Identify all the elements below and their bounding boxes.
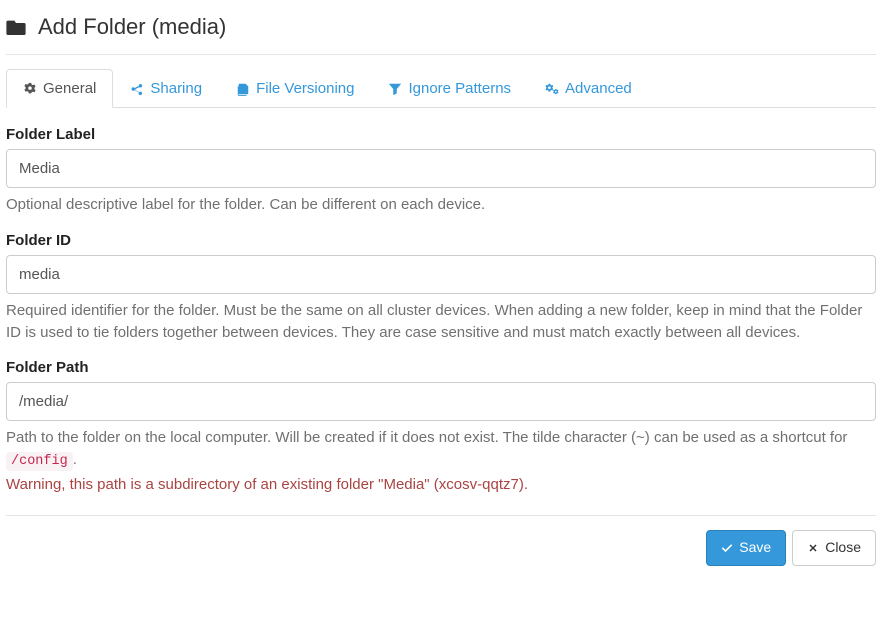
nav-tabs: General Sharing File Versioning Ignore P…: [6, 69, 876, 108]
close-icon: [807, 542, 819, 554]
close-button-label: Close: [825, 538, 861, 558]
save-button-label: Save: [739, 538, 771, 558]
folder-path-help-code: /config: [6, 452, 73, 471]
folder-id-input[interactable]: [6, 255, 876, 294]
save-button[interactable]: Save: [706, 530, 786, 566]
folder-id-label: Folder ID: [6, 232, 876, 249]
folder-path-input[interactable]: [6, 382, 876, 421]
dialog-header: Add Folder (media): [6, 6, 876, 55]
dialog-title: Add Folder (media): [38, 14, 226, 40]
tab-label: Advanced: [565, 80, 632, 97]
tab-ignore-patterns[interactable]: Ignore Patterns: [371, 69, 528, 108]
tab-file-versioning[interactable]: File Versioning: [219, 69, 371, 108]
gear-icon: [23, 82, 37, 96]
tab-sharing[interactable]: Sharing: [113, 69, 219, 108]
share-icon: [130, 82, 144, 96]
folder-path-help-prefix: Path to the folder on the local computer…: [6, 429, 847, 446]
dialog-footer: Save Close: [6, 515, 876, 566]
folder-path-label: Folder Path: [6, 359, 876, 376]
folder-label-group: Folder Label Optional descriptive label …: [6, 126, 876, 216]
check-icon: [721, 542, 733, 554]
tab-general[interactable]: General: [6, 69, 113, 108]
close-button[interactable]: Close: [792, 530, 876, 566]
tab-label: General: [43, 80, 96, 97]
copy-icon: [236, 82, 250, 96]
cogs-icon: [545, 82, 559, 96]
folder-label-help: Optional descriptive label for the folde…: [6, 194, 876, 216]
tab-label: Ignore Patterns: [408, 80, 511, 97]
folder-path-group: Folder Path Path to the folder on the lo…: [6, 359, 876, 495]
filter-icon: [388, 82, 402, 96]
tab-content-general: Folder Label Optional descriptive label …: [6, 126, 876, 495]
tab-label: Sharing: [150, 80, 202, 97]
folder-icon: [6, 19, 26, 35]
folder-path-warning: Warning, this path is a subdirectory of …: [6, 474, 876, 496]
folder-id-group: Folder ID Required identifier for the fo…: [6, 232, 876, 344]
folder-path-help-suffix: .: [73, 451, 77, 468]
tab-advanced[interactable]: Advanced: [528, 69, 649, 108]
folder-path-help: Path to the folder on the local computer…: [6, 427, 876, 495]
tab-label: File Versioning: [256, 80, 354, 97]
folder-id-help: Required identifier for the folder. Must…: [6, 300, 876, 344]
folder-label-input[interactable]: [6, 149, 876, 188]
folder-label-label: Folder Label: [6, 126, 876, 143]
